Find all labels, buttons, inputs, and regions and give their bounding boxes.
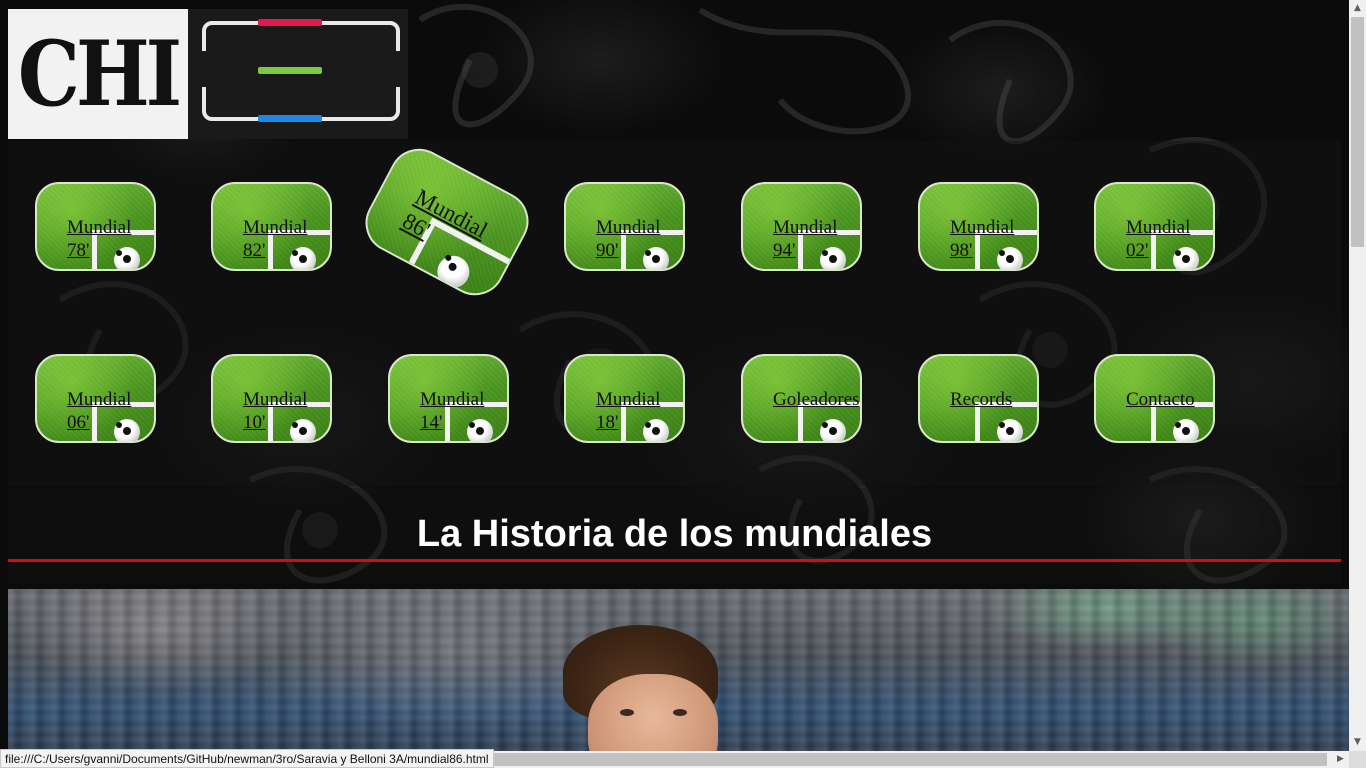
player-eye-left [620,709,634,716]
nav-button-mundial-86[interactable]: Mundial 86' [354,138,540,306]
nav-label: Mundial 06' [67,389,132,433]
nav-label: Mundial 90' [596,217,661,261]
logo-bar-bottom [258,115,322,122]
logo-icon-panel [188,9,408,139]
logo-text: CHI [17,21,182,127]
nav-button-goleadores[interactable]: Goleadores [741,354,862,443]
nav-button-mundial-98[interactable]: Mundial 98' [918,182,1039,271]
nav-button-records[interactable]: Records [918,354,1039,443]
chevron-down-icon[interactable]: ▼ [1349,734,1366,751]
nav-label: Mundial 82' [243,217,308,261]
nav-button-mundial-94[interactable]: Mundial 94' [741,182,862,271]
soccer-ball-icon [997,419,1023,441]
logo-bar-middle [258,67,322,74]
nav-label: Mundial 10' [243,389,308,433]
nav-button-mundial-06[interactable]: Mundial 06' [35,354,156,443]
nav-label: Mundial 02' [1126,217,1191,261]
nav-panel: Mundial 78' Mundial 82' Mundial 86' Mund… [8,138,1341,486]
vertical-scrollbar[interactable]: ▲ ▼ [1349,0,1366,751]
nav-button-mundial-02[interactable]: Mundial 02' [1094,182,1215,271]
nav-button-mundial-78[interactable]: Mundial 78' [35,182,156,271]
nav-label: Records [950,389,1013,410]
chevron-right-icon[interactable]: ▶ [1332,751,1349,768]
nav-button-mundial-82[interactable]: Mundial 82' [211,182,332,271]
vertical-scroll-thumb[interactable] [1351,17,1364,247]
nav-label: Contacto [1126,389,1195,410]
nav-label: Mundial 18' [596,389,661,433]
nav-label: Mundial 78' [67,217,132,261]
nav-button-contacto[interactable]: Contacto [1094,354,1215,443]
soccer-ball-icon [820,419,846,441]
soccer-ball-icon [1173,419,1199,441]
heading-section: La Historia de los mundiales [8,488,1341,584]
nav-label: Mundial 14' [420,389,485,433]
status-bar-url: file:///C:/Users/gvanni/Documents/GitHub… [0,749,494,768]
site-logo: CHI [8,9,408,139]
page-title: La Historia de los mundiales [416,513,933,555]
scrollbar-corner [1349,751,1366,768]
nav-button-mundial-18[interactable]: Mundial 18' [564,354,685,443]
nav-label: Mundial 98' [950,217,1015,261]
nav-label: Goleadores [773,389,860,410]
logo-text-panel: CHI [8,9,188,139]
title-underline [8,559,1341,562]
player-eye-right [673,709,687,716]
hero-image [8,589,1349,751]
nav-button-mundial-10[interactable]: Mundial 10' [211,354,332,443]
nav-button-mundial-90[interactable]: Mundial 90' [564,182,685,271]
logo-bar-top [258,19,322,26]
page-viewport: CHI Mundial 78' Mundial 82' Mundial 86' … [0,0,1349,751]
nav-button-mundial-14[interactable]: Mundial 14' [388,354,509,443]
nav-label: Mundial 94' [773,217,838,261]
chevron-up-icon[interactable]: ▲ [1349,0,1366,17]
